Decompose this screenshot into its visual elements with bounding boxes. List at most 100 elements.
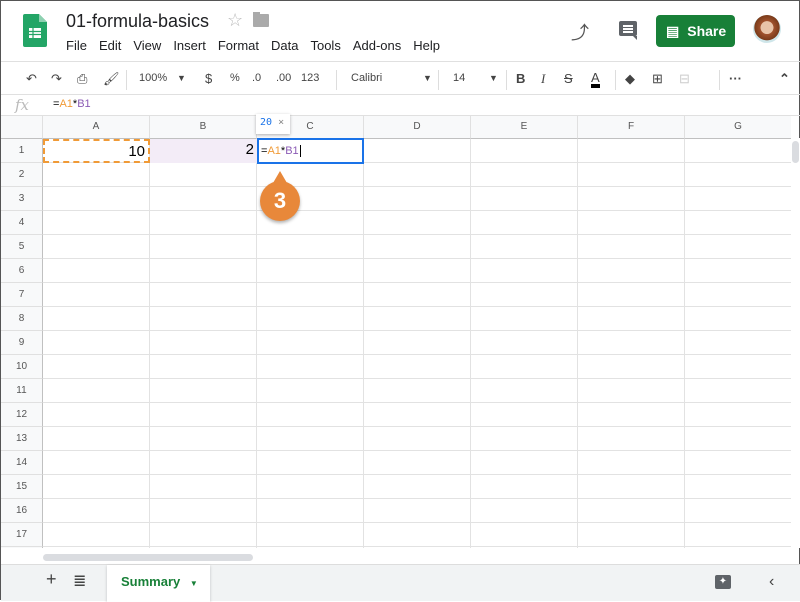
fill-color-icon[interactable]: ◆ bbox=[625, 71, 635, 87]
row-header-2[interactable]: 2 bbox=[1, 163, 43, 187]
column-header-g[interactable]: G bbox=[685, 116, 791, 139]
column-header-d[interactable]: D bbox=[364, 116, 471, 139]
column-header-e[interactable]: E bbox=[471, 116, 578, 139]
row-gridline bbox=[43, 354, 791, 355]
close-icon[interactable]: × bbox=[278, 117, 284, 128]
select-all-corner[interactable] bbox=[1, 116, 43, 139]
row-gridline bbox=[43, 474, 791, 475]
merge-cells-icon[interactable]: ⊟ bbox=[679, 71, 690, 87]
spreadsheet-grid[interactable]: A B C D E F G 1 2 3 4 5 6 7 8 9 10 11 12 13 14 15 16 17 10 2 =A1*B… bbox=[1, 116, 791, 548]
side-panel-toggle-icon[interactable]: ‹ bbox=[769, 573, 774, 591]
redo-icon[interactable]: ↷ bbox=[51, 71, 62, 87]
row-header-12[interactable]: 12 bbox=[1, 403, 43, 427]
row-gridline bbox=[43, 522, 791, 523]
cell-b1[interactable]: 2 bbox=[150, 139, 257, 163]
document-title[interactable]: 01-formula-basics bbox=[66, 11, 209, 32]
row-gridline bbox=[43, 450, 791, 451]
text-color-icon[interactable]: A bbox=[591, 71, 600, 88]
row-header-7[interactable]: 7 bbox=[1, 283, 43, 307]
column-gridline bbox=[256, 139, 257, 548]
row-header-4[interactable]: 4 bbox=[1, 211, 43, 235]
row-header-9[interactable]: 9 bbox=[1, 331, 43, 355]
column-header-a[interactable]: A bbox=[43, 116, 150, 139]
avatar[interactable] bbox=[753, 15, 781, 43]
sheet-tab-summary[interactable]: Summary ▼ bbox=[107, 565, 210, 602]
row-header-14[interactable]: 14 bbox=[1, 451, 43, 475]
column-gridline bbox=[684, 139, 685, 548]
decrease-decimal-button[interactable]: .0 bbox=[252, 72, 261, 84]
undo-icon[interactable]: ↶ bbox=[26, 71, 37, 87]
row-gridline bbox=[43, 402, 791, 403]
menu-tools[interactable]: Tools bbox=[310, 38, 340, 53]
row-gridline bbox=[43, 330, 791, 331]
row-gridline bbox=[43, 546, 791, 547]
row-header-8[interactable]: 8 bbox=[1, 307, 43, 331]
add-sheet-icon[interactable]: + bbox=[46, 569, 57, 590]
menu-edit[interactable]: Edit bbox=[99, 38, 121, 53]
font-select[interactable]: Calibri bbox=[351, 72, 382, 84]
row-header-10[interactable]: 10 bbox=[1, 355, 43, 379]
row-header-1[interactable]: 1 bbox=[1, 139, 43, 163]
title-bar: 01-formula-basics ☆ File Edit View Inser… bbox=[1, 1, 800, 61]
activity-trend-icon[interactable]: ⤴ bbox=[571, 19, 589, 45]
menu-bar: File Edit View Insert Format Data Tools … bbox=[66, 38, 452, 53]
comment-icon[interactable] bbox=[619, 21, 637, 40]
row-gridline bbox=[43, 234, 791, 235]
vertical-scrollbar-thumb[interactable] bbox=[792, 141, 799, 163]
italic-icon[interactable]: I bbox=[541, 71, 545, 87]
row-gridline bbox=[43, 210, 791, 211]
formula-input[interactable]: =A1*B1 bbox=[53, 98, 91, 110]
cell-c1-editor[interactable]: =A1*B1 bbox=[257, 138, 364, 164]
bold-icon[interactable]: B bbox=[516, 71, 525, 86]
row-header-16[interactable]: 16 bbox=[1, 499, 43, 523]
row-header-5[interactable]: 5 bbox=[1, 235, 43, 259]
menu-file[interactable]: File bbox=[66, 38, 87, 53]
zoom-select[interactable]: 100% bbox=[139, 72, 167, 84]
row-header-18[interactable] bbox=[1, 547, 43, 548]
collapse-toolbar-icon[interactable]: ⌃ bbox=[779, 71, 790, 87]
borders-icon[interactable]: ⊞ bbox=[652, 71, 663, 87]
row-header-15[interactable]: 15 bbox=[1, 475, 43, 499]
formula-bar[interactable]: fx =A1*B1 bbox=[1, 95, 800, 116]
row-gridline bbox=[43, 498, 791, 499]
menu-help[interactable]: Help bbox=[413, 38, 440, 53]
all-sheets-icon[interactable]: ≣ bbox=[73, 571, 86, 591]
explore-icon[interactable]: ✦ bbox=[715, 575, 731, 589]
column-header-f[interactable]: F bbox=[578, 116, 685, 139]
cell-a1[interactable]: 10 bbox=[43, 139, 150, 163]
sheets-logo-icon[interactable] bbox=[23, 14, 47, 47]
sheet-bar: + ≣ Summary ▼ ✦ ‹ bbox=[1, 564, 800, 602]
star-icon[interactable]: ☆ bbox=[227, 10, 243, 31]
more-icon[interactable]: ··· bbox=[729, 71, 742, 86]
row-header-11[interactable]: 11 bbox=[1, 379, 43, 403]
more-formats-button[interactable]: 123 bbox=[301, 72, 319, 84]
row-header-6[interactable]: 6 bbox=[1, 259, 43, 283]
share-button[interactable]: ▤ Share bbox=[656, 15, 735, 47]
menu-format[interactable]: Format bbox=[218, 38, 259, 53]
menu-addons[interactable]: Add-ons bbox=[353, 38, 401, 53]
menu-insert[interactable]: Insert bbox=[173, 38, 206, 53]
chevron-down-icon[interactable]: ▼ bbox=[177, 73, 186, 83]
menu-data[interactable]: Data bbox=[271, 38, 298, 53]
paint-format-icon[interactable]: 🖌 bbox=[103, 71, 120, 87]
column-header-b[interactable]: B bbox=[150, 116, 257, 139]
row-gridline bbox=[43, 186, 791, 187]
lock-icon: ▤ bbox=[666, 22, 680, 39]
menu-view[interactable]: View bbox=[133, 38, 161, 53]
chevron-down-icon[interactable]: ▼ bbox=[190, 579, 198, 588]
vertical-scrollbar[interactable] bbox=[791, 138, 800, 548]
row-header-3[interactable]: 3 bbox=[1, 187, 43, 211]
percent-button[interactable]: % bbox=[230, 72, 240, 84]
strikethrough-icon[interactable]: S bbox=[564, 71, 573, 86]
increase-decimal-button[interactable]: .00 bbox=[276, 72, 291, 84]
folder-icon[interactable] bbox=[253, 12, 269, 27]
font-size-select[interactable]: 14 bbox=[453, 72, 465, 84]
currency-button[interactable]: $ bbox=[205, 71, 212, 86]
horizontal-scrollbar-thumb[interactable] bbox=[43, 554, 253, 561]
print-icon[interactable]: ⎙ bbox=[77, 71, 87, 87]
fx-icon: fx bbox=[15, 96, 30, 114]
row-header-13[interactable]: 13 bbox=[1, 427, 43, 451]
row-gridline bbox=[43, 378, 791, 379]
row-header-17[interactable]: 17 bbox=[1, 523, 43, 547]
chevron-down-icon: ▼ bbox=[489, 73, 498, 83]
